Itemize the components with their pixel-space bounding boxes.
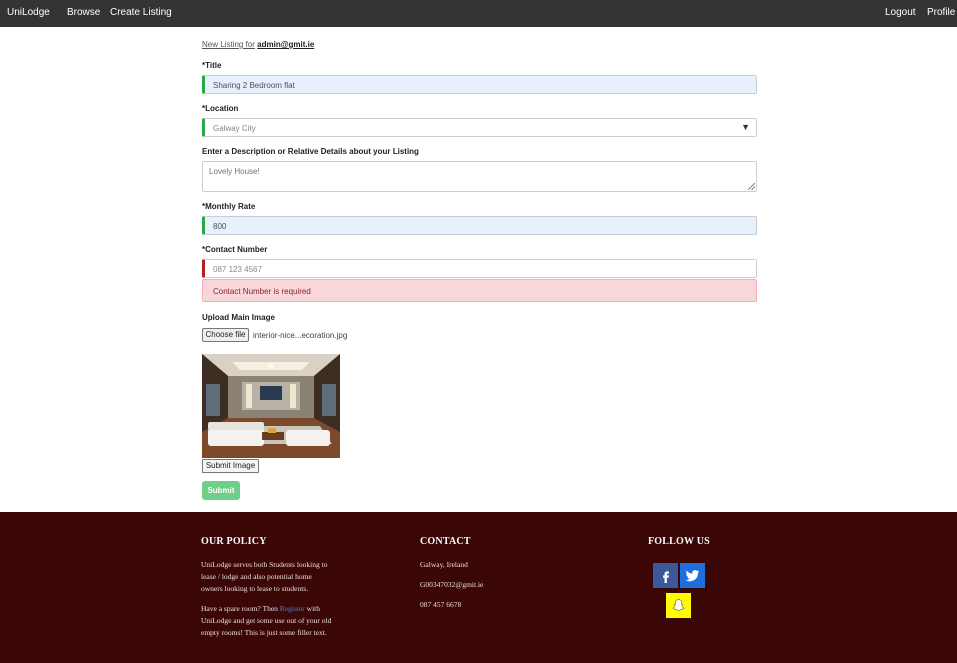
choose-file-button[interactable]: Choose file: [202, 328, 249, 342]
living-room-image: [202, 354, 340, 458]
image-preview: [202, 354, 340, 458]
top-navbar: UniLodge Browse Create Listing Logout Pr…: [0, 0, 957, 27]
monthly-rate-label: *Monthly Rate: [202, 202, 256, 211]
policy-text-2: Have a spare room? Then Register with Un…: [201, 603, 333, 639]
location-select-value: Galway City: [213, 124, 256, 133]
policy-text-1: UniLodge serves both Students looking to…: [201, 560, 328, 593]
upload-image-label: Upload Main Image: [202, 313, 275, 322]
submit-image-button[interactable]: Submit Image: [202, 459, 259, 473]
brand-link[interactable]: UniLodge: [7, 7, 50, 18]
form-heading: New Listing for admin@gmit.ie: [202, 40, 314, 49]
nav-logout-link[interactable]: Logout: [885, 7, 916, 18]
facebook-icon[interactable]: [653, 563, 678, 588]
selected-file-name: interior-nice...ecoration.jpg: [253, 331, 348, 340]
heading-user-email: admin@gmit.ie: [257, 40, 315, 49]
footer: OUR POLICY UniLodge serves both Students…: [0, 512, 957, 663]
policy-text-2-before: Have a spare room? Then: [201, 604, 278, 613]
contact-email: G00347032@gmit.ie: [420, 580, 484, 589]
policy-heading: OUR POLICY: [201, 536, 267, 547]
twitter-icon[interactable]: [680, 563, 705, 588]
contact-location: Galway, Ireland: [420, 560, 468, 569]
snapchat-icon[interactable]: [666, 593, 691, 618]
nav-profile-link[interactable]: Profile: [927, 7, 955, 18]
description-textarea[interactable]: Lovely House!: [202, 161, 757, 192]
monthly-rate-value: 800: [213, 222, 227, 231]
nav-browse-link[interactable]: Browse: [67, 7, 100, 18]
contact-phone: 087 457 6678: [420, 600, 462, 609]
location-select[interactable]: Galway City ▼: [202, 118, 757, 137]
contact-number-label: *Contact Number: [202, 245, 268, 254]
heading-prefix: New Listing for: [202, 40, 255, 49]
description-value: Lovely House!: [209, 167, 260, 176]
description-label: Enter a Description or Relative Details …: [202, 147, 419, 156]
contact-number-error: Contact Number is required: [202, 279, 757, 302]
title-label: *Title: [202, 61, 222, 70]
title-input[interactable]: Sharing 2 Bedroom flat: [202, 75, 757, 94]
monthly-rate-input[interactable]: 800: [202, 216, 757, 235]
contact-number-placeholder: 087 123 4567: [213, 265, 262, 274]
title-input-value: Sharing 2 Bedroom flat: [213, 81, 295, 90]
follow-heading: FOLLOW US: [648, 536, 710, 547]
submit-button[interactable]: Submit: [202, 481, 240, 500]
register-link[interactable]: Register: [280, 604, 305, 613]
chevron-down-icon: ▼: [741, 122, 750, 132]
location-label: *Location: [202, 104, 239, 113]
contact-heading: CONTACT: [420, 536, 471, 547]
nav-create-listing-link[interactable]: Create Listing: [110, 7, 172, 18]
contact-number-input[interactable]: 087 123 4567: [202, 259, 757, 278]
resize-grip-icon[interactable]: [748, 183, 755, 190]
